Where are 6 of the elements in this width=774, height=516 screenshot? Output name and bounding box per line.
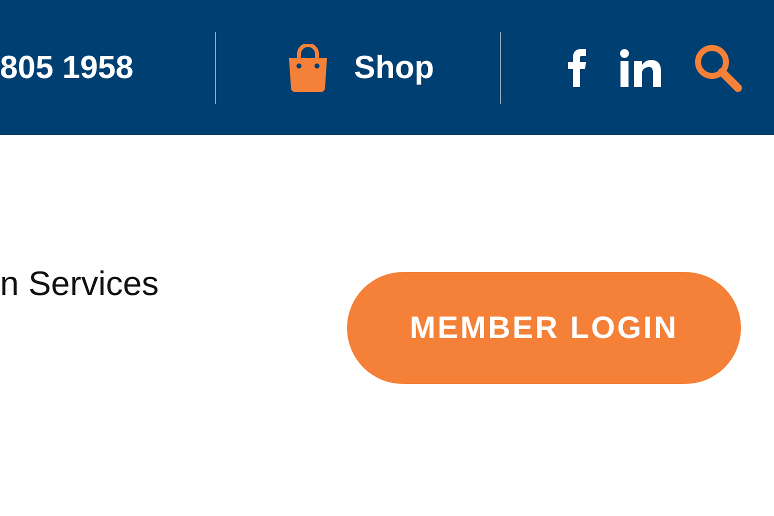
phone-number[interactable]: 805 1958 [0, 49, 215, 86]
nav-link[interactable]: n Services [0, 265, 347, 304]
search-icon[interactable] [694, 44, 742, 92]
shop-link[interactable]: Shop [354, 49, 434, 86]
facebook-icon[interactable] [567, 48, 587, 86]
linkedin-icon[interactable] [620, 48, 662, 86]
